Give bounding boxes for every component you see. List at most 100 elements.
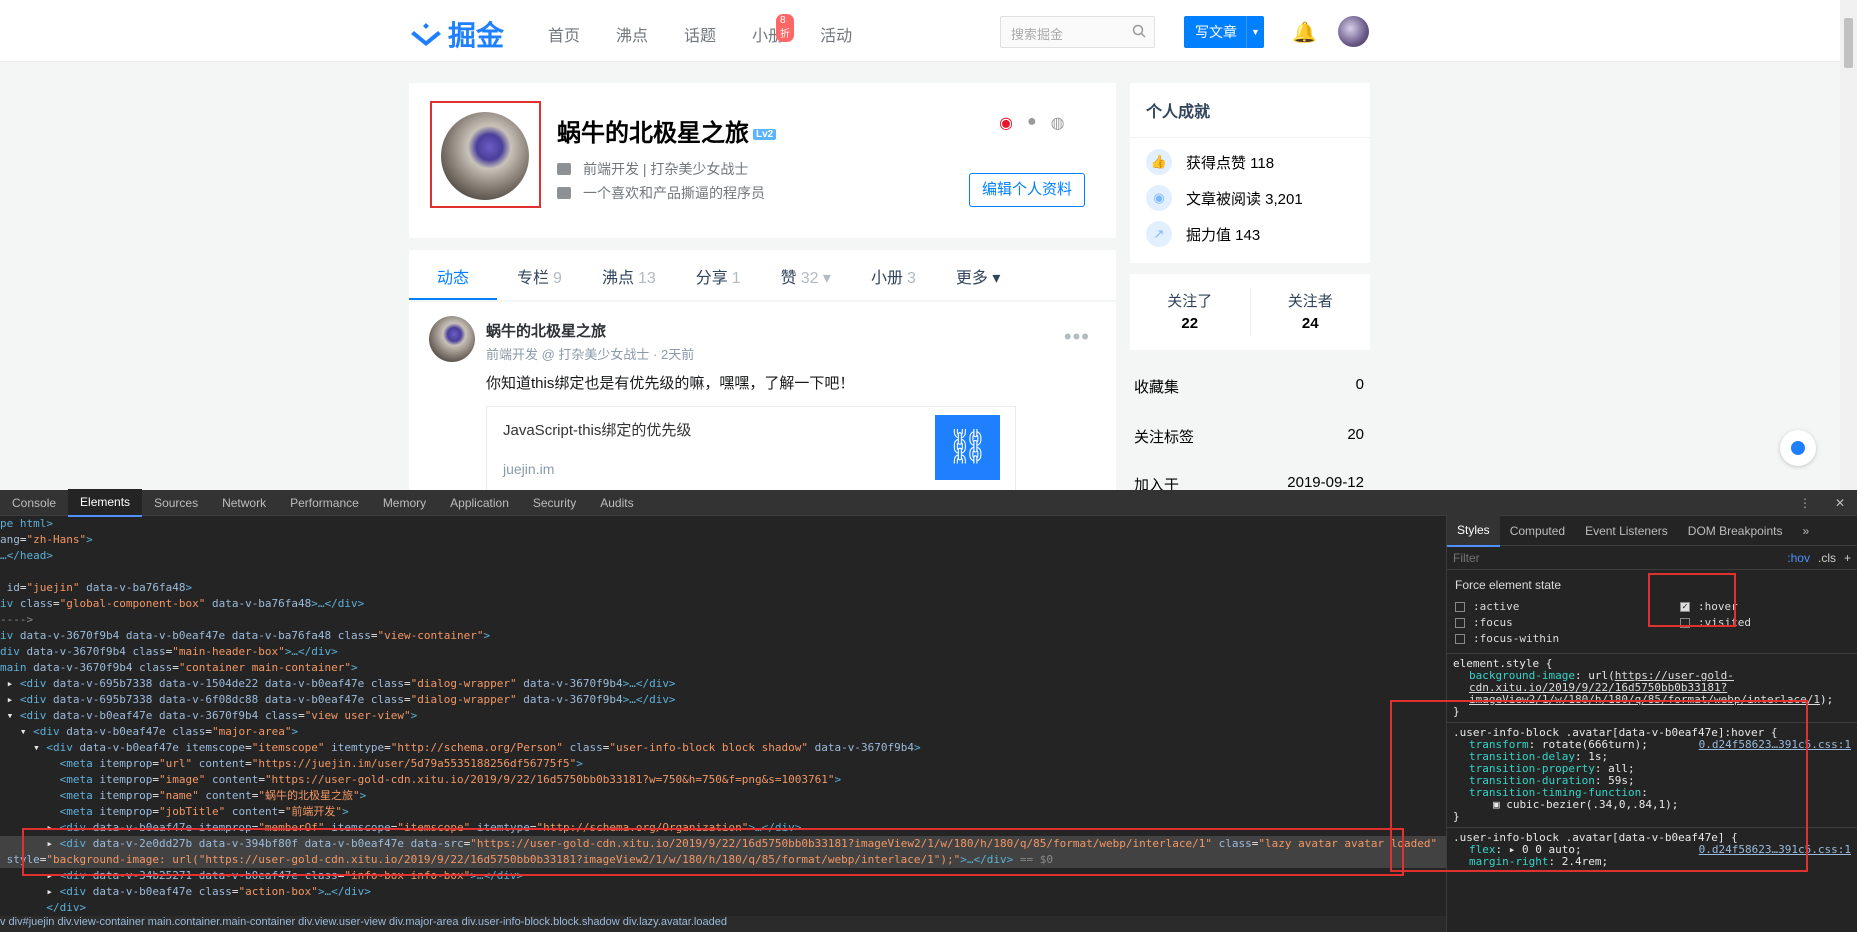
following-count: 22: [1181, 315, 1199, 332]
globe-icon[interactable]: ◍: [1051, 113, 1065, 133]
page-scrollbar[interactable]: [1840, 0, 1857, 490]
tab-books-count: 3: [906, 270, 916, 287]
dom-line[interactable]: <meta itemprop="jobTitle" content="前端开发"…: [0, 804, 1446, 820]
devtools-tab-application[interactable]: Application: [438, 490, 521, 516]
dom-highlight-box: [22, 828, 1404, 876]
link-card[interactable]: JavaScript-this绑定的优先级 juejin.im ⛓: [486, 406, 1016, 496]
tab-dom-breakpoints[interactable]: DOM Breakpoints: [1678, 516, 1793, 546]
state-active[interactable]: :active: [1455, 600, 1652, 613]
dom-line[interactable]: </div>: [0, 900, 1446, 916]
level-badge: Lv2: [753, 129, 777, 141]
tab-more[interactable]: 更多 ▾: [936, 250, 1020, 300]
followers-block[interactable]: 关注者 24: [1251, 274, 1371, 350]
search-input[interactable]: 搜索掘金: [1000, 16, 1155, 48]
top-header: 掘金 首页 沸点 话题 小册 8折 活动 搜索掘金 写文章 ▼ 🔔: [0, 0, 1840, 62]
dom-line[interactable]: ▾ <div data-v-b0eaf47e class="major-area…: [0, 724, 1446, 740]
dom-line[interactable]: ---->: [0, 612, 1446, 628]
scrollbar-thumb[interactable]: [1844, 18, 1853, 68]
stat-tags[interactable]: 关注标签 20: [1134, 426, 1364, 447]
devtools-tab-sources[interactable]: Sources: [142, 490, 210, 516]
profile-avatar[interactable]: [441, 112, 529, 200]
dom-line[interactable]: ▾ <div data-v-b0eaf47e data-v-3670f9b4 c…: [0, 708, 1446, 724]
dom-line[interactable]: iv class="global-component-box" data-v-b…: [0, 596, 1446, 612]
logo-text: 掘金: [448, 20, 505, 51]
tab-likes-count: 32 ▾: [800, 270, 831, 287]
github-icon[interactable]: ●: [1027, 113, 1037, 133]
dom-line[interactable]: pe html>: [0, 516, 1446, 532]
search-icon[interactable]: [1132, 24, 1146, 38]
tab-likes[interactable]: 赞 32 ▾: [761, 250, 851, 300]
chat-bubble-icon[interactable]: [1780, 430, 1816, 466]
feed-avatar[interactable]: [429, 316, 475, 362]
weibo-icon[interactable]: ◉: [999, 113, 1013, 133]
edit-profile-button[interactable]: 编辑个人资料: [969, 173, 1085, 207]
stat-collections[interactable]: 收藏集 0: [1134, 376, 1364, 397]
tab-shares[interactable]: 分享 1: [676, 250, 761, 300]
tab-columns[interactable]: 专栏 9: [497, 250, 582, 300]
link-domain: juejin.im: [503, 461, 555, 477]
nav-books[interactable]: 小册 8折: [752, 14, 795, 46]
dom-line[interactable]: main data-v-3670f9b4 class="container ma…: [0, 660, 1446, 676]
nav-pins[interactable]: 沸点: [616, 22, 648, 46]
dom-line[interactable]: ▸ <div data-v-b0eaf47e class="action-box…: [0, 884, 1446, 900]
devtools-tab-security[interactable]: Security: [521, 490, 588, 516]
more-options-icon[interactable]: •••: [1064, 324, 1090, 350]
state-focus[interactable]: :focus: [1455, 616, 1652, 629]
following-block[interactable]: 关注了 22: [1130, 274, 1250, 350]
styles-filter-input[interactable]: [1453, 550, 1743, 565]
nav-events[interactable]: 活动: [820, 22, 852, 46]
tab-pins-label: 沸点: [601, 270, 634, 287]
devtools-tab-network[interactable]: Network: [210, 490, 278, 516]
dom-breadcrumb[interactable]: v div#juejin div.view-container main.con…: [0, 916, 1446, 932]
nav-topics[interactable]: 话题: [684, 22, 716, 46]
cls-toggle[interactable]: .cls: [1818, 551, 1836, 565]
dom-line[interactable]: ▸ <div data-v-695b7338 data-v-1504de22 d…: [0, 676, 1446, 692]
user-avatar[interactable]: [1338, 16, 1369, 47]
devtools-tab-audits[interactable]: Audits: [588, 490, 645, 516]
dom-line[interactable]: <meta itemprop="url" content="https://ju…: [0, 756, 1446, 772]
write-article-button[interactable]: 写文章 ▼: [1184, 16, 1264, 48]
briefcase-icon: [557, 163, 571, 175]
dom-line[interactable]: div data-v-3670f9b4 class="main-header-b…: [0, 644, 1446, 660]
dom-line[interactable]: ▸ <div data-v-695b7338 data-v-6f08dc88 d…: [0, 692, 1446, 708]
devtools-tab-elements[interactable]: Elements: [68, 488, 143, 517]
tab-pins[interactable]: 沸点 13: [582, 250, 676, 300]
achievement-power-text: 掘力值 143: [1186, 226, 1261, 244]
hov-toggle[interactable]: :hov: [1787, 551, 1810, 565]
checkbox-unchecked-icon[interactable]: [1455, 617, 1465, 628]
tab-event-listeners[interactable]: Event Listeners: [1575, 516, 1678, 546]
profile-tabs: 动态 专栏 9 沸点 13 分享 1 赞 32 ▾ 小册 3 更多 ▾: [409, 250, 1116, 300]
dom-line[interactable]: iv data-v-3670f9b4 data-v-b0eaf47e data-…: [0, 628, 1446, 644]
tab-activity[interactable]: 动态: [409, 250, 498, 300]
write-article-label: 写文章: [1195, 24, 1237, 40]
nav-home[interactable]: 首页: [548, 22, 580, 46]
close-icon[interactable]: ✕: [1823, 490, 1857, 516]
checkbox-unchecked-icon[interactable]: [1455, 633, 1465, 644]
devtools-tab-console[interactable]: Console: [0, 490, 68, 516]
juejin-logo[interactable]: 掘金: [410, 14, 504, 54]
tab-computed[interactable]: Computed: [1500, 516, 1575, 546]
devtools-tab-memory[interactable]: Memory: [371, 490, 438, 516]
dom-line[interactable]: id="juejin" data-v-ba76fa48>: [0, 580, 1446, 596]
kebab-menu-icon[interactable]: ⋮: [1787, 490, 1823, 516]
dom-line[interactable]: ang="zh-Hans">: [0, 532, 1446, 548]
tab-columns-label: 专栏: [517, 270, 550, 287]
tab-more-chevron[interactable]: »: [1792, 516, 1819, 546]
dom-line[interactable]: ▾ <div data-v-b0eaf47e itemscope="itemsc…: [0, 740, 1446, 756]
notification-bell-icon[interactable]: 🔔: [1292, 20, 1317, 45]
chevron-down-icon[interactable]: ▼: [1246, 16, 1260, 48]
thumbs-up-icon: 👍: [1146, 149, 1172, 175]
dom-line[interactable]: <meta itemprop="image" content="https://…: [0, 772, 1446, 788]
devtools-tab-performance[interactable]: Performance: [278, 490, 371, 516]
devtools-tabbar: Console Elements Sources Network Perform…: [0, 488, 1857, 517]
achievement-reads-text: 文章被阅读 3,201: [1186, 190, 1303, 208]
dom-line[interactable]: [0, 564, 1446, 580]
tab-books[interactable]: 小册 3: [851, 250, 936, 300]
add-rule-icon[interactable]: +: [1844, 551, 1851, 565]
tab-styles[interactable]: Styles: [1447, 514, 1500, 547]
checkbox-unchecked-icon[interactable]: [1455, 601, 1465, 612]
dom-line[interactable]: <meta itemprop="name" content="蜗牛的北极星之旅"…: [0, 788, 1446, 804]
dom-line[interactable]: …</head>: [0, 548, 1446, 564]
state-focus-within[interactable]: :focus-within: [1455, 632, 1652, 645]
feed-author[interactable]: 蜗牛的北极星之旅: [486, 320, 606, 341]
